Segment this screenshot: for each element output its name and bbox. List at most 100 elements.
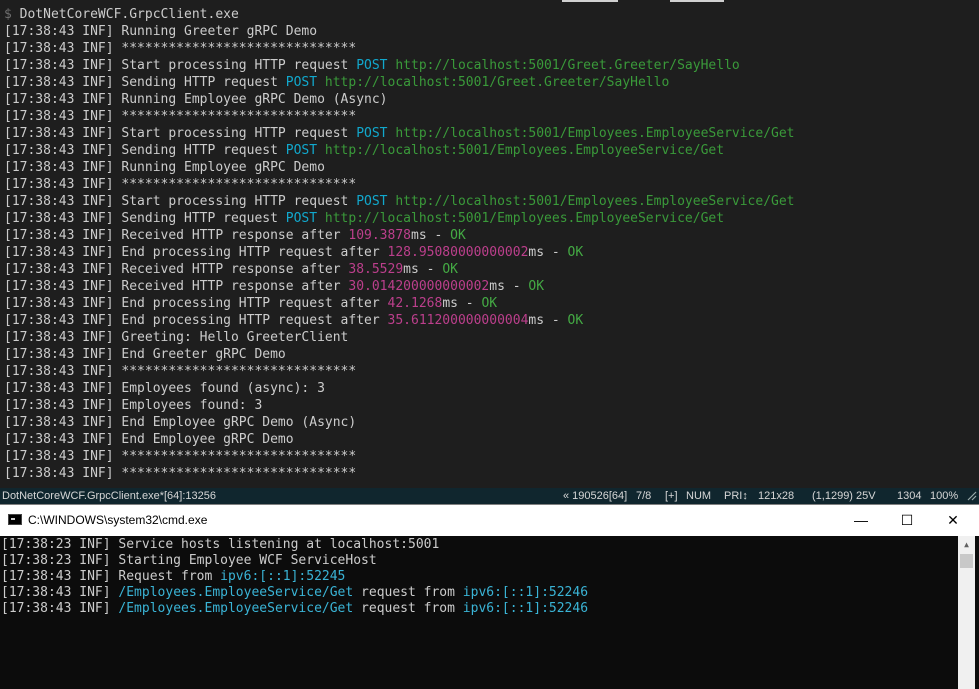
log-segment: http://localhost:5001/Greet.Greeter/SayH… xyxy=(395,58,740,73)
log-line: [17:38:43 INF] End Employee gRPC Demo (A… xyxy=(4,414,979,431)
log-line: [17:38:43 INF] Running Employee gRPC Dem… xyxy=(4,159,979,176)
status-zoom[interactable]: 100% xyxy=(930,488,958,504)
log-segment: request from xyxy=(353,585,463,600)
log-segment: 42.1268 xyxy=(387,296,443,311)
log-line: [17:38:43 INF] Received HTTP response af… xyxy=(4,278,979,295)
log-segment: [17:38:43 INF] *************************… xyxy=(4,364,357,379)
log-line: [17:38:43 INF] Start processing HTTP req… xyxy=(4,125,979,142)
minimize-button[interactable]: — xyxy=(838,505,884,536)
log-segment: POST xyxy=(285,211,318,226)
log-segment: [17:38:43 INF] *************************… xyxy=(4,41,357,56)
log-segment: ms - xyxy=(489,279,529,294)
log-segment: POST xyxy=(285,143,318,158)
log-line: [17:38:43 INF] Request from ipv6:[::1]:5… xyxy=(1,569,957,585)
log-line: [17:38:43 INF] Start processing HTTP req… xyxy=(4,193,979,210)
log-segment: /Employees.EmployeeService/Get xyxy=(118,585,354,600)
log-segment: http://localhost:5001/Employees.Employee… xyxy=(395,194,795,209)
log-segment: [17:38:43 INF] End Employee gRPC Demo xyxy=(4,432,294,447)
log-line: [17:38:43 INF] End processing HTTP reque… xyxy=(4,312,979,329)
log-line: [17:38:43 INF] Sending HTTP request POST… xyxy=(4,74,979,91)
log-segment: [17:38:43 INF] End processing HTTP reque… xyxy=(4,245,388,260)
log-line: [17:38:43 INF] /Employees.EmployeeServic… xyxy=(1,585,957,601)
cmd-app-icon[interactable] xyxy=(8,514,22,525)
log-segment: 30.014200000000002 xyxy=(348,279,490,294)
log-segment: [17:38:43 INF] Received HTTP response af… xyxy=(4,262,349,277)
log-segment: [17:38:23 INF] Service hosts listening a… xyxy=(1,537,440,552)
scroll-up-icon[interactable]: ▲ xyxy=(958,536,975,553)
log-segment: ms - xyxy=(528,313,568,328)
log-segment: 38.5529 xyxy=(348,262,404,277)
log-line: [17:38:23 INF] Starting Employee WCF Ser… xyxy=(1,553,957,569)
log-segment: POST xyxy=(356,58,388,73)
log-segment: [17:38:43 INF] Sending HTTP request xyxy=(4,143,286,158)
log-line: [17:38:43 INF] /Employees.EmployeeServic… xyxy=(1,601,957,617)
console-panel[interactable]: $ DotNetCoreWCF.GrpcClient.exe [17:38:43… xyxy=(0,0,979,488)
log-line: [17:38:23 INF] Service hosts listening a… xyxy=(1,537,957,553)
log-line: [17:38:43 INF] Start processing HTTP req… xyxy=(4,57,979,74)
cmd-titlebar[interactable]: C:\WINDOWS\system32\cmd.exe — ☐ ✕ xyxy=(0,505,979,536)
close-button[interactable]: ✕ xyxy=(930,505,976,536)
log-segment: ipv6:[::1]:52246 xyxy=(462,601,589,616)
log-segment: [17:38:43 INF] *************************… xyxy=(4,449,357,464)
vertical-scrollbar[interactable]: ▲ xyxy=(958,536,975,689)
log-segment: [17:38:43 INF] Sending HTTP request xyxy=(4,211,286,226)
status-pri[interactable]: PRI↕ xyxy=(724,488,748,504)
log-segment: [17:38:43 INF] Start processing HTTP req… xyxy=(4,194,357,209)
log-segment: [17:38:43 INF] Received HTTP response af… xyxy=(4,279,349,294)
maximize-button[interactable]: ☐ xyxy=(884,505,930,536)
log-segment: OK xyxy=(567,245,584,260)
log-line: [17:38:43 INF] Running Greeter gRPC Demo xyxy=(4,23,979,40)
log-line: [17:38:43 INF] Received HTTP response af… xyxy=(4,261,979,278)
log-segment: [17:38:43 INF] Request from xyxy=(1,569,221,584)
log-segment: [17:38:43 INF] End Employee gRPC Demo (A… xyxy=(4,415,357,430)
log-segment: POST xyxy=(356,126,388,141)
log-line: [17:38:43 INF] Running Employee gRPC Dem… xyxy=(4,91,979,108)
status-process: DotNetCoreWCF.GrpcClient.exe*[64]:13256 xyxy=(2,490,216,502)
log-segment: [17:38:43 INF] Running Greeter gRPC Demo xyxy=(4,24,318,39)
status-count[interactable]: 1304 xyxy=(897,488,921,504)
status-num[interactable]: NUM xyxy=(686,488,711,504)
log-segment: [17:38:43 INF] Running Employee gRPC Dem… xyxy=(4,92,388,107)
log-line: [17:38:43 INF] Employees found (async): … xyxy=(4,380,979,397)
scrollbar-thumb[interactable] xyxy=(960,554,973,568)
status-buffer[interactable]: « 190526[64] xyxy=(563,488,627,504)
log-segment xyxy=(317,75,325,90)
command-text: DotNetCoreWCF.GrpcClient.exe xyxy=(19,7,239,22)
log-line: [17:38:43 INF] *************************… xyxy=(4,176,979,193)
log-segment: [17:38:43 INF] Start processing HTTP req… xyxy=(4,126,357,141)
log-segment: [17:38:43 INF] Running Employee gRPC Dem… xyxy=(4,160,325,175)
log-segment: 109.3878 xyxy=(348,228,411,243)
prompt-line: $ DotNetCoreWCF.GrpcClient.exe xyxy=(4,6,979,23)
log-line: [17:38:43 INF] End processing HTTP reque… xyxy=(4,244,979,261)
log-segment: ipv6:[::1]:52246 xyxy=(462,585,589,600)
status-size[interactable]: 121x28 xyxy=(758,488,794,504)
log-segment xyxy=(317,211,325,226)
log-segment: [17:38:43 INF] *************************… xyxy=(4,177,357,192)
log-line: [17:38:43 INF] *************************… xyxy=(4,363,979,380)
log-line: [17:38:43 INF] Sending HTTP request POST… xyxy=(4,142,979,159)
status-cursor[interactable]: (1,1299) 25V xyxy=(812,488,876,504)
log-segment: /Employees.EmployeeService/Get xyxy=(118,601,354,616)
log-segment: [17:38:43 INF] Received HTTP response af… xyxy=(4,228,349,243)
status-bar: DotNetCoreWCF.GrpcClient.exe*[64]:13256 … xyxy=(0,488,979,504)
status-insert[interactable]: [+] xyxy=(665,488,678,504)
cmd-window[interactable]: C:\WINDOWS\system32\cmd.exe — ☐ ✕ [17:38… xyxy=(0,504,979,689)
log-segment: OK xyxy=(528,279,545,294)
log-segment: 128.95080000000002 xyxy=(387,245,529,260)
log-line: [17:38:43 INF] Employees found: 3 xyxy=(4,397,979,414)
log-line: [17:38:43 INF] End Greeter gRPC Demo xyxy=(4,346,979,363)
log-line: [17:38:43 INF] *************************… xyxy=(4,448,979,465)
log-segment: [17:38:43 INF] *************************… xyxy=(4,466,357,481)
log-segment: OK xyxy=(567,313,584,328)
log-segment: ms - xyxy=(411,228,451,243)
log-segment: ms - xyxy=(403,262,443,277)
log-line: [17:38:43 INF] *************************… xyxy=(4,40,979,57)
cmd-output: [17:38:23 INF] Service hosts listening a… xyxy=(1,537,957,617)
status-tab[interactable]: 7/8 xyxy=(636,488,651,504)
log-segment: http://localhost:5001/Employees.Employee… xyxy=(324,211,725,226)
log-segment: [17:38:43 INF] xyxy=(1,585,119,600)
window-title: C:\WINDOWS\system32\cmd.exe xyxy=(28,513,208,527)
resize-grip-icon[interactable] xyxy=(967,491,977,501)
log-segment: [17:38:23 INF] Starting Employee WCF Ser… xyxy=(1,553,377,568)
tab-strip-fragment xyxy=(670,0,724,2)
